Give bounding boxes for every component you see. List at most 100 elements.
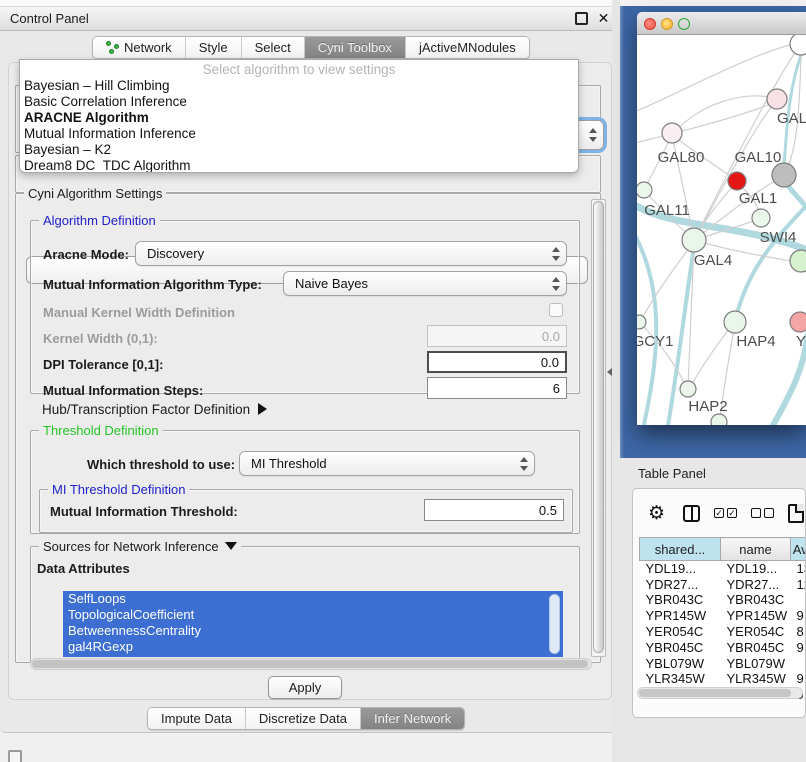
- network-node[interactable]: [662, 123, 682, 143]
- table-cell[interactable]: YDL19...: [721, 561, 791, 577]
- table-row[interactable]: YBL079WYBL079W: [640, 655, 806, 671]
- table-cell[interactable]: 9.: [791, 671, 806, 687]
- table-row[interactable]: YBR045CYBR045C9.: [640, 639, 806, 655]
- table-cell[interactable]: YLR345W: [640, 671, 721, 687]
- table-cell[interactable]: YPR145W: [640, 608, 721, 624]
- table-cell[interactable]: YPR145W: [721, 608, 791, 624]
- mi-steps-field[interactable]: [427, 377, 567, 399]
- table-cell[interactable]: YDR27...: [640, 576, 721, 592]
- network-node[interactable]: [772, 163, 796, 187]
- apply-button[interactable]: Apply: [268, 676, 342, 699]
- network-node[interactable]: [637, 182, 652, 198]
- aracne-mode-combo[interactable]: Discovery: [135, 241, 567, 266]
- attribute-item[interactable]: gal4RGexp: [63, 639, 563, 655]
- network-node[interactable]: [767, 89, 787, 109]
- tab-cyni-toolbox[interactable]: Cyni Toolbox: [305, 37, 406, 58]
- table-cell[interactable]: 8.: [791, 624, 806, 640]
- tab-style[interactable]: Style: [186, 37, 242, 58]
- table-row[interactable]: YER054CYER054C8.: [640, 624, 806, 640]
- columns-icon[interactable]: [683, 505, 700, 522]
- table-body[interactable]: YDL19...YDL19...13YDR27...YDR27...12YBR0…: [640, 561, 806, 703]
- tab-impute-data[interactable]: Impute Data: [148, 708, 246, 729]
- network-node[interactable]: [752, 209, 770, 227]
- sources-group-title[interactable]: Sources for Network Inference: [39, 539, 241, 554]
- attribute-item[interactable]: SelfLoops: [63, 591, 563, 607]
- table-cell[interactable]: YDL19...: [640, 561, 721, 577]
- restore-panel-icon[interactable]: [8, 750, 22, 762]
- mi-threshold-field[interactable]: [424, 499, 564, 521]
- algorithm-option[interactable]: Basic Correlation Inference: [20, 94, 578, 110]
- algorithm-option[interactable]: ARACNE Algorithm: [20, 110, 578, 126]
- table-cell[interactable]: YBL079W: [721, 655, 791, 671]
- panel-splitter[interactable]: [612, 0, 620, 762]
- tab-select[interactable]: Select: [242, 37, 305, 58]
- data-attributes-list[interactable]: SelfLoopsTopologicalCoefficientBetweenne…: [63, 591, 563, 657]
- tab-discretize-data[interactable]: Discretize Data: [246, 708, 361, 729]
- table-cell[interactable]: YER054C: [721, 624, 791, 640]
- table-cell[interactable]: YBR045C: [640, 639, 721, 655]
- table-cell[interactable]: 13: [791, 561, 806, 577]
- algorithm-option[interactable]: Dream8 DC_TDC Algorithm: [20, 158, 578, 173]
- network-window[interactable]: GALGAL80GAL10GAL11GAL1SWI4GAL4GCY1HAP4YH…: [637, 12, 806, 425]
- table-row[interactable]: YBR043CYBR043C: [640, 592, 806, 608]
- table-cell[interactable]: YBL079W: [640, 655, 721, 671]
- algorithm-option[interactable]: Bayesian – Hill Climbing: [20, 78, 578, 94]
- network-node[interactable]: [728, 172, 746, 190]
- column-header[interactable]: Avera...: [791, 538, 806, 561]
- table-cell[interactable]: YDR27...: [721, 576, 791, 592]
- mi-type-combo[interactable]: Naive Bayes: [283, 271, 567, 296]
- table-cell[interactable]: 12: [791, 576, 806, 592]
- tab-jactivemnodules[interactable]: jActiveMNodules: [406, 37, 529, 58]
- algorithm-option[interactable]: Bayesian – K2: [20, 142, 578, 158]
- close-icon[interactable]: ✕: [597, 12, 610, 25]
- network-node[interactable]: [680, 381, 696, 397]
- table-row[interactable]: YLR345WYLR345W9.: [640, 671, 806, 687]
- splitter-collapse-icon[interactable]: [607, 368, 612, 376]
- network-node[interactable]: [711, 414, 727, 425]
- table-cell[interactable]: 9.: [791, 639, 806, 655]
- table-cell[interactable]: [791, 592, 806, 608]
- column-header[interactable]: name: [721, 538, 791, 561]
- attribute-item[interactable]: BetweennessCentrality: [63, 623, 563, 639]
- checked-boxes-icon[interactable]: ✓✓: [714, 508, 737, 518]
- table-row[interactable]: YDL19...YDL19...13: [640, 561, 806, 577]
- attribute-item[interactable]: TopologicalCoefficient: [63, 607, 563, 623]
- table-cell[interactable]: 9.: [791, 608, 806, 624]
- table-header-row[interactable]: shared...nameAvera...: [640, 538, 806, 561]
- table-row[interactable]: YPR145WYPR145W9.: [640, 608, 806, 624]
- zoom-traffic-light-icon[interactable]: [678, 18, 690, 30]
- settings-vscrollbar[interactable]: [591, 199, 606, 657]
- tab-infer-network[interactable]: Infer Network: [361, 708, 464, 729]
- table-hscrollbar[interactable]: [637, 687, 803, 699]
- table-row[interactable]: YDR27...YDR27...12: [640, 576, 806, 592]
- network-node[interactable]: [790, 35, 806, 55]
- unchecked-boxes-icon[interactable]: [751, 508, 774, 518]
- network-node[interactable]: [637, 315, 646, 329]
- hub-section-toggle[interactable]: Hub/Transcription Factor Definition: [42, 402, 267, 417]
- dpi-tolerance-field[interactable]: [427, 351, 567, 373]
- node-table[interactable]: shared...nameAvera... YDL19...YDL19...13…: [639, 537, 806, 703]
- manual-kernel-checkbox[interactable]: [549, 303, 563, 317]
- network-node[interactable]: [790, 312, 806, 332]
- network-canvas[interactable]: GALGAL80GAL10GAL11GAL1SWI4GAL4GCY1HAP4YH…: [637, 35, 806, 425]
- table-cell[interactable]: [791, 655, 806, 671]
- table-cell[interactable]: YBR043C: [640, 592, 721, 608]
- minimize-traffic-light-icon[interactable]: [661, 18, 673, 30]
- close-traffic-light-icon[interactable]: [644, 18, 656, 30]
- table-cell[interactable]: YER054C: [640, 624, 721, 640]
- gear-icon[interactable]: ⚙: [648, 502, 665, 525]
- table-cell[interactable]: YBR045C: [721, 639, 791, 655]
- table-cell[interactable]: YBR043C: [721, 592, 791, 608]
- settings-hscrollbar[interactable]: [30, 658, 592, 670]
- network-node[interactable]: [790, 250, 806, 272]
- network-node[interactable]: [682, 228, 706, 252]
- table-cell[interactable]: YLR345W: [721, 671, 791, 687]
- algorithm-option[interactable]: Mutual Information Inference: [20, 126, 578, 142]
- import-file-icon[interactable]: [788, 504, 804, 523]
- float-window-icon[interactable]: [575, 12, 588, 25]
- network-window-titlebar[interactable]: [637, 12, 806, 35]
- column-header[interactable]: shared...: [640, 538, 721, 561]
- tab-network[interactable]: Network: [93, 37, 186, 58]
- which-threshold-combo[interactable]: MI Threshold: [239, 451, 535, 476]
- attributes-scrollbar[interactable]: [549, 594, 560, 654]
